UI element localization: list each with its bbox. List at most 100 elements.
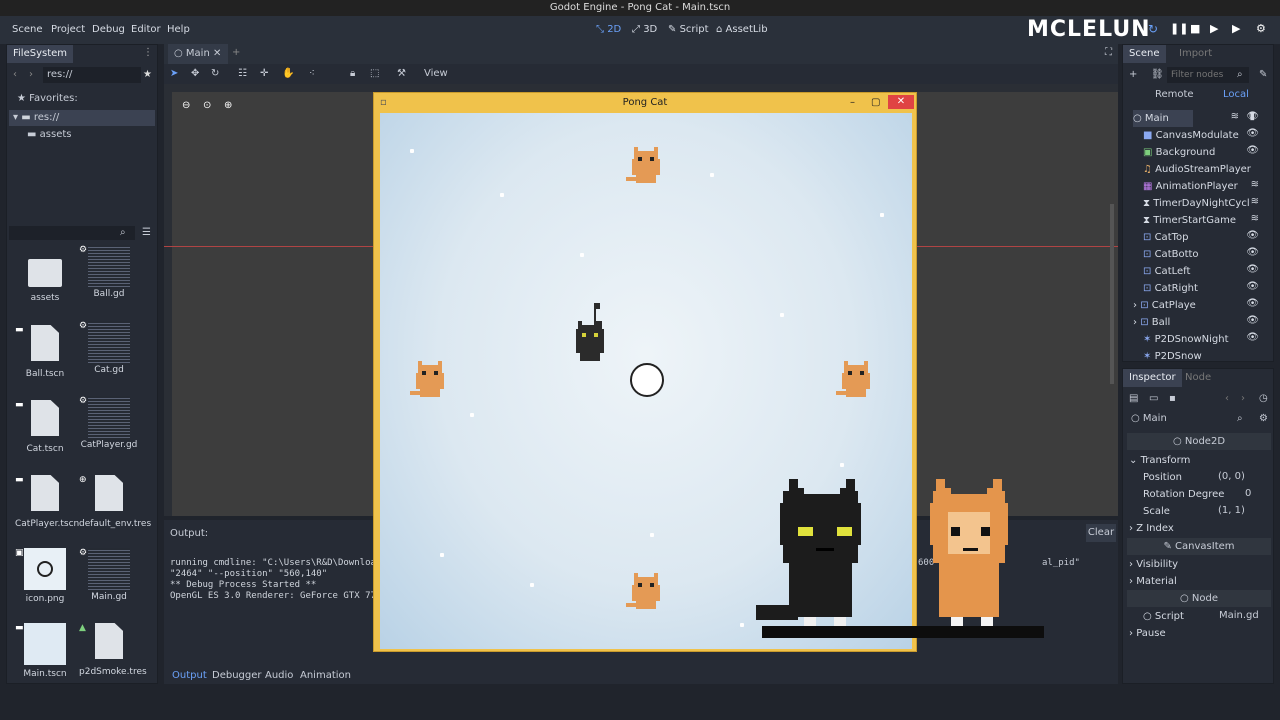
node-animationplayer[interactable]: ▦ AnimationPlayer (1143, 178, 1238, 195)
script-value[interactable]: Main.gd (1219, 610, 1259, 621)
snap-icon[interactable]: ⁖ (309, 68, 315, 79)
add-node-icon[interactable]: + (1129, 69, 1137, 80)
signal-icon[interactable]: ≋ (1251, 196, 1259, 207)
close-icon[interactable]: ✕ (213, 48, 221, 59)
file-main-gd[interactable]: ⚙ Main.gd (79, 548, 139, 602)
file-main-tscn[interactable]: ▬ Main.tscn (15, 623, 75, 679)
file-default-env[interactable]: ⊕ default_env.tres (79, 475, 151, 529)
settings-icon[interactable]: ⚙ (1256, 22, 1266, 35)
eye-icon[interactable]: 👁︎ (1246, 128, 1259, 139)
rotate-tool-icon[interactable]: ↻ (211, 68, 219, 79)
node-canvasmodulate[interactable]: ■ CanvasModulate (1143, 127, 1239, 144)
eye-icon[interactable]: 👁︎ (1246, 281, 1259, 292)
tab-node[interactable]: Node (1179, 369, 1217, 387)
pivot-tool-icon[interactable]: ✛ (260, 68, 268, 79)
scale-value[interactable]: (1, 1) (1218, 505, 1245, 516)
minimize-icon[interactable]: – (850, 93, 855, 113)
eye-icon[interactable]: 👁︎ (1246, 332, 1259, 343)
eye-icon[interactable]: 👁︎ (1246, 111, 1259, 122)
search-icon[interactable]: ⌕ (1237, 413, 1243, 424)
tree-favorites[interactable]: ★ Favorites: (17, 93, 78, 104)
node-catleft[interactable]: ⊡ CatLeft (1143, 263, 1190, 280)
eye-icon[interactable]: 👁︎ (1246, 247, 1259, 258)
back-icon[interactable]: ‹ (13, 69, 17, 80)
node-background[interactable]: ▣ Background (1143, 144, 1215, 161)
node-ball[interactable]: › ⊡ Ball (1133, 314, 1170, 331)
file-ball-gd[interactable]: ⚙ Ball.gd (79, 245, 139, 299)
stop-icon[interactable]: ■ (1190, 22, 1200, 35)
section-material[interactable]: › Material (1129, 573, 1259, 590)
remote-toggle[interactable]: Remote (1155, 89, 1194, 100)
workspace-assetlib-button[interactable]: ⌂ AssetLib (716, 24, 768, 35)
eye-icon[interactable]: 👁︎ (1246, 145, 1259, 156)
tab-output[interactable]: Output (172, 670, 207, 681)
menu-editor[interactable]: Editor (131, 24, 161, 35)
history-back-icon[interactable]: ‹ (1225, 393, 1229, 404)
menu-help[interactable]: Help (167, 24, 190, 35)
section-pause[interactable]: › Pause (1129, 625, 1259, 642)
add-tab-icon[interactable]: + (232, 47, 240, 58)
eye-icon[interactable]: 👁︎ (1246, 230, 1259, 241)
link-icon[interactable]: ⛓ (1151, 69, 1164, 80)
object-menu-icon[interactable]: ⚙ (1259, 413, 1268, 424)
workspace-2d-button[interactable]: ⤡ 2D (596, 24, 621, 35)
dock-menu-icon[interactable]: ⋮ (143, 47, 153, 58)
history-forward-icon[interactable]: › (1241, 393, 1245, 404)
close-icon[interactable]: ✕ (888, 95, 914, 109)
vertical-scrollbar[interactable] (1110, 204, 1114, 384)
position-value[interactable]: (0, 0) (1218, 471, 1245, 482)
node-main[interactable]: ○ Main (1133, 110, 1193, 127)
zoom-in-icon[interactable]: ⊕ (224, 100, 232, 111)
rotation-value[interactable]: 0 (1245, 488, 1251, 499)
search-icon[interactable]: ⌕ (120, 227, 126, 238)
node-cattop[interactable]: ⊡ CatTop (1143, 229, 1188, 246)
tab-debugger[interactable]: Debugger (212, 670, 262, 681)
pause-icon[interactable]: ❚❚ (1170, 22, 1188, 35)
node-p2dsnow[interactable]: ✶ P2DSnow (1143, 348, 1202, 363)
file-icon-png[interactable]: ▣ icon.png (15, 548, 75, 604)
file-catplayer-gd[interactable]: ⚙ CatPlayer.gd (79, 396, 139, 450)
tab-main-scene[interactable]: ○ Main ✕ (168, 44, 228, 64)
view-menu[interactable]: View (424, 68, 448, 79)
section-transform[interactable]: ⌄ Transform (1129, 452, 1259, 469)
workspace-3d-button[interactable]: ⤢ 3D (632, 24, 657, 35)
node-catright[interactable]: ⊡ CatRight (1143, 280, 1198, 297)
zoom-reset-icon[interactable]: ⊙ (203, 100, 211, 111)
signal-icon[interactable]: ≋ (1251, 179, 1259, 190)
node-catbottom[interactable]: ⊡ CatBotto (1143, 246, 1199, 263)
section-zindex[interactable]: › Z Index (1129, 520, 1259, 537)
file-catplayer-tscn[interactable]: ▬ CatPlayer.tscn (15, 475, 79, 529)
workspace-script-button[interactable]: ✎ Script (668, 24, 709, 35)
list-view-icon[interactable]: ☰ (142, 227, 151, 238)
select-tool-icon[interactable]: ➤ (170, 68, 178, 79)
eye-icon[interactable]: 👁︎ (1246, 315, 1259, 326)
group-icon[interactable]: ⬚ (370, 68, 379, 79)
move-tool-icon[interactable]: ✥ (191, 68, 199, 79)
file-cat-gd[interactable]: ⚙ Cat.gd (79, 321, 139, 375)
eye-icon[interactable]: 👁︎ (1246, 264, 1259, 275)
pan-tool-icon[interactable]: ✋ (282, 68, 294, 79)
forward-icon[interactable]: › (29, 69, 33, 80)
file-search-input[interactable] (9, 226, 135, 240)
section-visibility[interactable]: › Visibility (1129, 556, 1259, 573)
node-catplayer[interactable]: › ⊡ CatPlaye (1133, 297, 1196, 314)
tab-scene[interactable]: Scene (1123, 45, 1166, 63)
tab-inspector[interactable]: Inspector (1123, 369, 1182, 387)
menu-scene[interactable]: Scene (12, 24, 43, 35)
bone-icon[interactable]: ⚒ (397, 68, 406, 79)
file-assets[interactable]: assets (15, 253, 75, 303)
reload-icon[interactable]: ↻ (1148, 22, 1158, 36)
open-resource-icon[interactable]: ▭ (1149, 393, 1158, 404)
clear-button[interactable]: Clear (1086, 524, 1116, 542)
menu-debug[interactable]: Debug (92, 24, 125, 35)
lock-icon[interactable]: 🔒︎ (350, 68, 355, 79)
node-audiostreamplayer[interactable]: ♫ AudioStreamPlayer (1143, 161, 1251, 178)
local-toggle[interactable]: Local (1223, 89, 1249, 100)
save-icon[interactable]: ▪ (1169, 393, 1176, 404)
tree-assets[interactable]: ▬ assets (27, 129, 71, 140)
script-icon[interactable]: ✎ (1259, 69, 1267, 80)
play-scene-icon[interactable]: ▶ (1210, 22, 1218, 35)
node-timerstartgame[interactable]: ⧗ TimerStartGame (1143, 212, 1236, 229)
tab-audio[interactable]: Audio (265, 670, 293, 681)
distraction-free-icon[interactable]: ⛶ (1105, 47, 1112, 58)
